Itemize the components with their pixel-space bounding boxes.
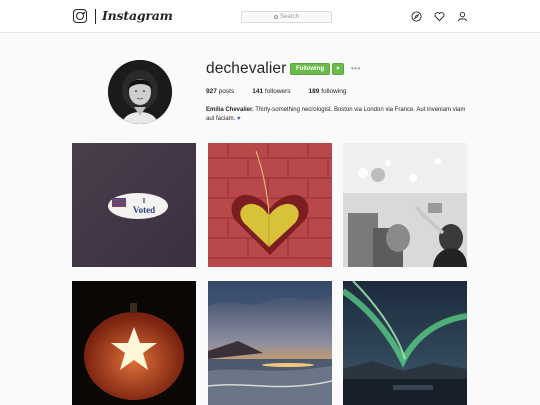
profile-stats: 927 posts 141 followers 189 following <box>206 88 347 95</box>
chevron-down-icon: ▼ <box>335 66 341 72</box>
more-options-icon[interactable]: ••• <box>351 64 361 73</box>
post-tile[interactable] <box>343 281 467 405</box>
sticker-text-line2: Voted <box>133 205 155 215</box>
profile-bio: Emilia Chevalier. Thirty-something necro… <box>206 106 466 123</box>
posts-stat: 927 posts <box>206 88 235 95</box>
post-tile[interactable] <box>343 143 467 267</box>
profile-avatar[interactable] <box>108 60 172 124</box>
search-icon <box>273 15 278 19</box>
search-input[interactable]: Search <box>241 11 332 23</box>
blue-heart-icon: ♥ <box>237 115 241 122</box>
post-tile[interactable] <box>208 281 332 405</box>
nav-divider <box>95 9 96 24</box>
suggestions-dropdown-button[interactable]: ▼ <box>332 63 344 75</box>
user-icon[interactable] <box>457 11 468 22</box>
instagram-logo-icon[interactable] <box>73 9 87 23</box>
following-stat[interactable]: 189 following <box>309 88 347 95</box>
instagram-wordmark[interactable]: Instagram <box>102 8 173 23</box>
compass-icon[interactable] <box>411 11 422 22</box>
bio-name: Emilia Chevalier. <box>206 107 254 113</box>
heart-icon[interactable] <box>434 11 445 22</box>
sticker-text-line1: I <box>143 197 146 205</box>
nav-icons <box>411 11 468 22</box>
followers-stat[interactable]: 141 followers <box>252 88 290 95</box>
search-placeholder: Search <box>279 14 299 20</box>
following-button[interactable]: Following <box>290 63 330 75</box>
post-tile[interactable] <box>72 281 196 405</box>
top-nav: Instagram Search <box>0 0 540 33</box>
post-tile[interactable] <box>208 143 332 267</box>
post-tile[interactable]: I Voted <box>72 143 196 267</box>
profile-username: dechevalier <box>206 60 287 77</box>
